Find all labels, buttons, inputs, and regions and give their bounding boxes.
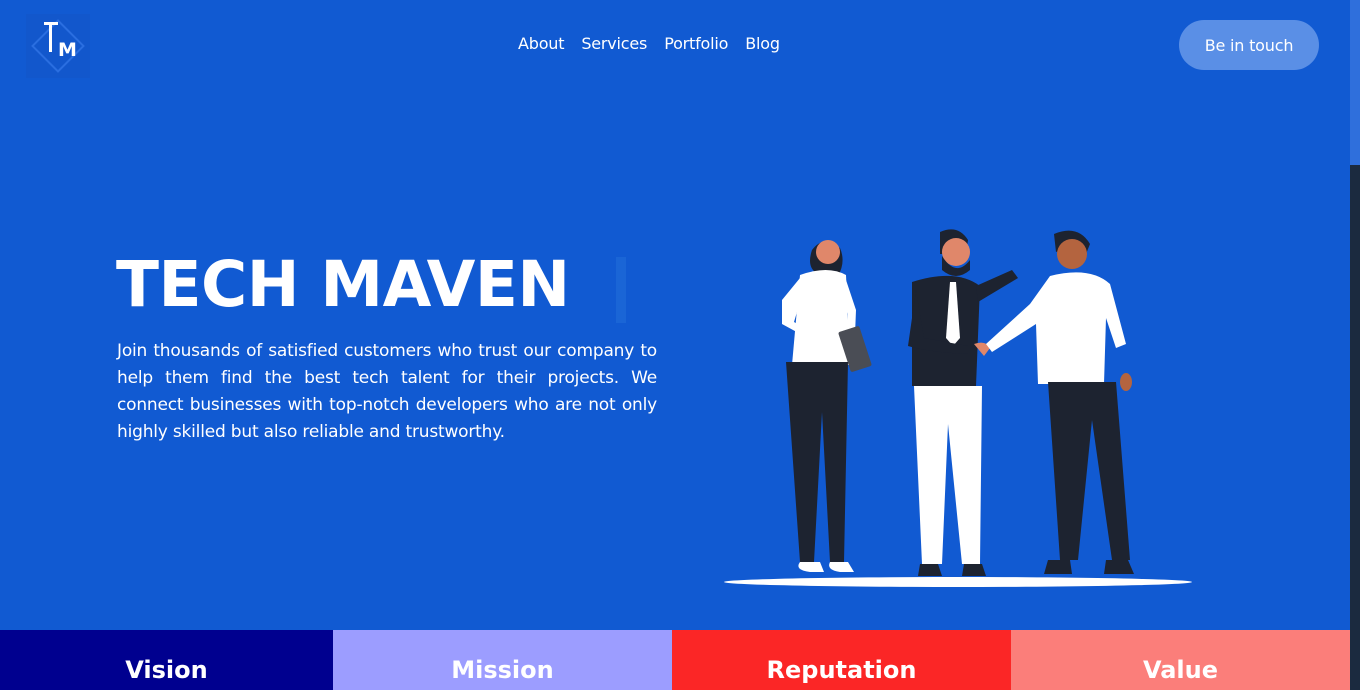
nav-blog[interactable]: Blog xyxy=(745,34,780,53)
team-handshake-illustration xyxy=(724,229,1192,587)
feature-tabs: Vision Mission Reputation Value xyxy=(0,630,1350,690)
tab-value-label: Value xyxy=(1142,656,1219,684)
typing-cursor xyxy=(616,257,626,323)
tab-reputation-label: Reputation xyxy=(766,656,917,684)
tab-mission[interactable]: Mission xyxy=(333,630,672,690)
man-center-figure xyxy=(908,229,1018,576)
hero-description: Join thousands of satisfied customers wh… xyxy=(117,341,657,442)
be-in-touch-button[interactable]: Be in touch xyxy=(1179,20,1319,70)
tab-vision-label: Vision xyxy=(125,656,208,684)
main-nav: About Services Portfolio Blog xyxy=(518,34,780,53)
logo[interactable]: M xyxy=(26,14,90,78)
svg-text:M: M xyxy=(58,39,77,61)
scrollbar-thumb[interactable] xyxy=(1350,0,1360,165)
vertical-scrollbar[interactable] xyxy=(1350,0,1360,690)
page: M About Services Portfolio Blog Be in to… xyxy=(0,0,1350,690)
tab-reputation[interactable]: Reputation xyxy=(672,630,1011,690)
nav-about[interactable]: About xyxy=(518,34,565,53)
nav-portfolio[interactable]: Portfolio xyxy=(664,34,728,53)
tab-value[interactable]: Value xyxy=(1011,630,1350,690)
woman-figure xyxy=(782,240,872,572)
tm-logo-icon: M xyxy=(31,19,85,73)
tab-mission-label: Mission xyxy=(451,656,554,684)
tab-vision[interactable]: Vision xyxy=(0,630,333,690)
nav-services[interactable]: Services xyxy=(581,34,647,53)
hero-title: TECH MAVEN xyxy=(116,248,570,321)
